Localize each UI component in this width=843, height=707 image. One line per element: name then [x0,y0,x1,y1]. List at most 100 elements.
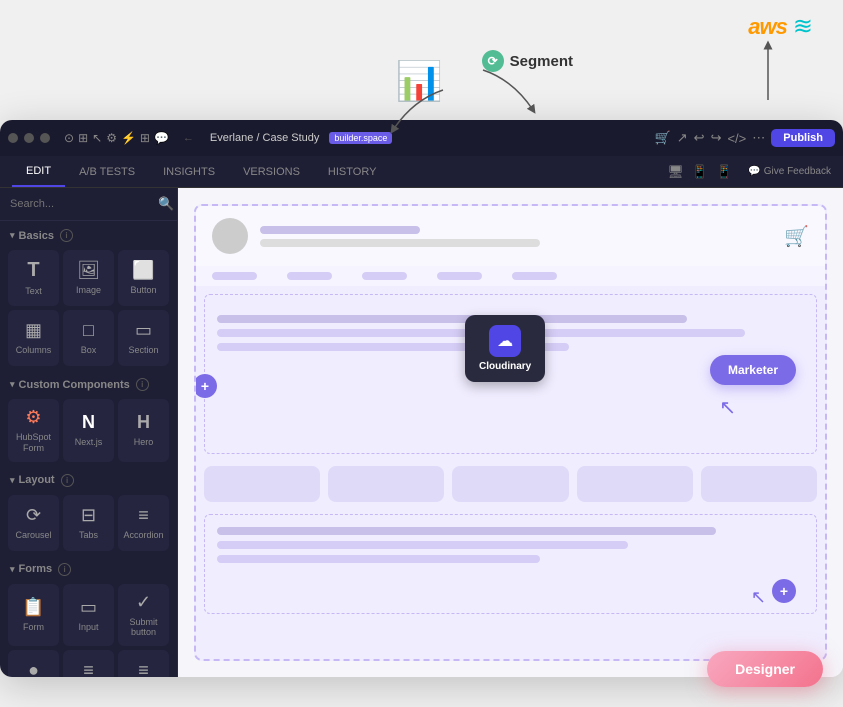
columns-icon: ▦ [25,320,42,341]
breadcrumb: Everlane / Case Study [210,132,319,144]
submit-icon: ✓ [136,592,151,613]
nav-4 [437,272,482,280]
button-icon: ⬜ [132,260,154,281]
topbar-dot-1 [8,133,18,143]
nav-grid-icon[interactable]: ⊞ [78,131,88,145]
redo-icon[interactable]: ↪ [711,130,722,146]
cursor-bottom-icon: ↖ [751,587,766,608]
app-window: ⊙ ⊞ ↖ ⚙ ⚡ ⊞ 💬 ← Everlane / Case Study bu… [0,120,843,677]
component-text[interactable]: T Text [8,250,59,306]
component-box[interactable]: □ Box [63,310,114,366]
forms-chevron[interactable]: ▾ [10,564,15,575]
mockup-avatar [212,218,248,254]
topbar-nav: ⊙ ⊞ ↖ ⚙ ⚡ ⊞ 💬 [64,131,169,145]
header-line-2 [260,239,540,247]
component-form[interactable]: 📋 Form [8,584,59,647]
bottom-line-3 [217,555,540,563]
hero-icon: H [137,412,150,433]
nav-lightning-icon[interactable]: ⚡ [121,131,136,145]
topbar: ⊙ ⊞ ↖ ⚙ ⚡ ⊞ 💬 ← Everlane / Case Study bu… [0,120,843,156]
hero-section: + ☁ Cloudinary Marketer ↖ [204,294,817,454]
code-icon[interactable]: </> [727,131,746,146]
card-3 [452,466,568,502]
search-input[interactable] [10,198,152,210]
basics-chevron[interactable]: ▾ [10,230,15,241]
component-select[interactable]: ≡ Select [63,650,114,677]
tabbar: EDIT A/B TESTS INSIGHTS VERSIONS HISTORY… [0,156,843,188]
tab-ab-tests[interactable]: A/B TESTS [65,156,149,187]
component-hero[interactable]: H Hero [118,399,169,462]
nav-home-icon[interactable]: ⊙ [64,131,74,145]
feedback-icon: 💬 [748,166,760,177]
nav-chat-icon[interactable]: 💬 [154,131,169,145]
tablet-icon[interactable]: 📱 [692,164,708,180]
nav-cursor-icon[interactable]: ↖ [92,131,102,145]
nav-table-icon[interactable]: ⊞ [140,131,150,145]
cursor-icon: ↖ [719,395,736,420]
layout-chevron[interactable]: ▾ [10,475,15,486]
component-columns[interactable]: ▦ Columns [8,310,59,366]
hubspot-icon: ⚙ [25,407,41,428]
component-button[interactable]: ⬜ Button [118,250,169,306]
more-icon[interactable]: ⋯ [752,130,765,146]
layout-info-icon: i [61,474,74,487]
component-hubspot[interactable]: ⚙ HubSpot Form [8,399,59,462]
publish-button[interactable]: Publish [771,129,835,147]
component-nextjs[interactable]: N Next.js [63,399,114,462]
tab-insights[interactable]: INSIGHTS [149,156,229,187]
component-input[interactable]: ▭ Input [63,584,114,647]
tab-history[interactable]: HISTORY [314,156,391,187]
nav-2 [287,272,332,280]
tab-edit[interactable]: EDIT [12,156,65,187]
tab-versions[interactable]: VERSIONS [229,156,314,187]
share-icon[interactable]: ↗ [677,130,688,146]
marketer-chip: Marketer [710,355,796,385]
component-textarea[interactable]: ≡ Text area [118,650,169,677]
textarea-icon: ≡ [138,660,149,677]
component-submit[interactable]: ✓ Submit button [118,584,169,647]
forms-info-icon: i [58,563,71,576]
add-bottom-btn[interactable]: + [772,579,796,603]
arrow-aws [748,30,788,110]
search-icon: 🔍 [158,196,174,212]
designer-button[interactable]: Designer [707,651,823,687]
box-icon: □ [83,320,94,341]
nav-back-icon[interactable]: ← [183,132,194,144]
label-icon: ● [28,660,39,677]
bottom-section: + ↖ [204,514,817,614]
topbar-actions: 🛒 ↗ ↩ ↪ </> ⋯ Publish [655,129,835,147]
builder-badge: builder.space [329,132,392,144]
layout-grid: ⟳ Carousel ⊟ Tabs ≡ Accordion [0,491,177,555]
component-label[interactable]: ● Label [8,650,59,677]
desktop-icon[interactable]: 🖥 [667,164,684,180]
add-left-btn[interactable]: + [194,374,217,398]
card-4 [577,466,693,502]
feedback-button[interactable]: 💬 Give Feedback [748,166,831,177]
custom-chevron[interactable]: ▾ [10,379,15,390]
nav-gear-icon[interactable]: ⚙ [106,131,117,145]
undo-icon[interactable]: ↩ [694,130,705,146]
basics-info-icon: i [60,229,73,242]
component-carousel[interactable]: ⟳ Carousel [8,495,59,551]
card-2 [328,466,444,502]
cloudinary-chip: ☁ Cloudinary [465,315,545,382]
nav-3 [362,272,407,280]
mobile-icon[interactable]: 📱 [716,164,732,180]
component-image[interactable]: 🖼 Image [63,250,114,306]
form-icon: 📋 [22,597,44,618]
card-5 [701,466,817,502]
mockup-nav [196,266,825,286]
section-layout: ▾ Layout i [0,466,177,491]
header-line-1 [260,226,420,234]
image-icon: 🖼 [77,260,100,281]
component-section[interactable]: ▭ Section [118,310,169,366]
segment-icon: ⟳ [482,50,504,72]
component-tabs[interactable]: ⊟ Tabs [63,495,114,551]
section-forms: ▾ Forms i [0,555,177,580]
marketer-label: Marketer [728,363,778,377]
component-accordion[interactable]: ≡ Accordion [118,495,169,551]
cart-icon[interactable]: 🛒 [655,130,671,146]
card-1 [204,466,320,502]
mockup-header-lines [260,226,772,247]
basics-grid: T Text 🖼 Image ⬜ Button ▦ Columns □ B [0,246,177,370]
